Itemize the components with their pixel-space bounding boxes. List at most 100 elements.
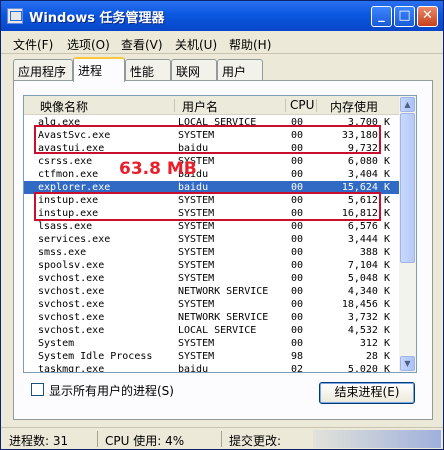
cell-image-name: System xyxy=(38,338,75,349)
process-rows: alg.exe LOCAL SERVICE 00 3,700 K AvastSvc.ex… xyxy=(24,116,400,373)
column-cpu[interactable]: CPU xyxy=(290,98,314,112)
cell-memory: 5,020 K xyxy=(347,364,390,373)
memory-total-annotation: 63.8 MB xyxy=(119,159,197,179)
cell-user-name: baidu xyxy=(178,364,209,373)
cell-user-name: SYSTEM xyxy=(178,221,215,232)
menu-help[interactable]: 帮助(H) xyxy=(229,36,271,53)
cell-image-name: ctfmon.exe xyxy=(38,169,99,180)
column-memory[interactable]: 内存使用 xyxy=(330,98,378,115)
cell-cpu: 98 xyxy=(291,351,304,362)
cell-memory: 3,444 K xyxy=(347,234,390,245)
cell-image-name: svchost.exe xyxy=(38,286,105,297)
tab-applications[interactable]: 应用程序 xyxy=(13,59,73,81)
cell-memory: 3,732 K xyxy=(347,312,390,323)
cell-memory: 6,576 K xyxy=(347,221,390,232)
cell-memory: 5,048 K xyxy=(347,273,390,284)
cell-image-name: svchost.exe xyxy=(38,312,105,323)
cell-cpu: 00 xyxy=(291,273,304,284)
show-all-users-checkbox[interactable] xyxy=(31,383,44,396)
table-row[interactable]: svchost.exe NETWORK SERVICE 00 3,732 K xyxy=(24,311,400,324)
menu-view[interactable]: 查看(V) xyxy=(121,36,163,53)
column-divider[interactable] xyxy=(285,99,286,112)
highlight-box-avast xyxy=(34,125,381,154)
menu-bar: 文件(F) 选项(O) 查看(V) 关机(U) 帮助(H) xyxy=(1,32,443,54)
close-button[interactable]: ✕ xyxy=(417,6,438,27)
table-row[interactable]: System Idle Process SYSTEM 98 28 K xyxy=(24,350,400,363)
table-row[interactable]: svchost.exe SYSTEM 00 18,456 K xyxy=(24,298,400,311)
cell-cpu: 00 xyxy=(291,247,304,258)
cell-memory: 7,104 K xyxy=(347,260,390,271)
window-title: Windows 任务管理器 xyxy=(29,11,165,26)
column-divider[interactable] xyxy=(316,99,317,112)
cell-image-name: svchost.exe xyxy=(38,325,105,336)
menu-shutdown[interactable]: 关机(U) xyxy=(175,36,217,53)
scroll-thumb[interactable] xyxy=(400,113,415,263)
status-divider xyxy=(221,431,222,447)
cell-image-name: smss.exe xyxy=(38,247,87,258)
table-row[interactable]: svchost.exe SYSTEM 00 5,048 K xyxy=(24,272,400,285)
menu-options[interactable]: 选项(O) xyxy=(67,36,110,53)
tab-users[interactable]: 用户 xyxy=(217,59,263,81)
cell-cpu: 02 xyxy=(291,364,304,373)
cell-image-name: svchost.exe xyxy=(38,273,105,284)
menu-file[interactable]: 文件(F) xyxy=(13,36,53,53)
table-row[interactable]: svchost.exe NETWORK SERVICE 00 4,340 K xyxy=(24,285,400,298)
cell-cpu: 00 xyxy=(291,299,304,310)
minimize-button[interactable]: _ xyxy=(371,6,392,27)
table-row[interactable]: spoolsv.exe SYSTEM 00 7,104 K xyxy=(24,259,400,272)
cell-cpu: 00 xyxy=(291,156,304,167)
maximize-button[interactable]: □ xyxy=(394,6,415,27)
status-cpu-usage: CPU 使用: 4% xyxy=(105,434,185,448)
status-commit-charge: 提交更改: xyxy=(229,434,282,448)
table-row[interactable]: lsass.exe SYSTEM 00 6,576 K xyxy=(24,220,400,233)
cell-image-name: csrss.exe xyxy=(38,156,93,167)
cell-memory: 312 K xyxy=(359,338,390,349)
cell-user-name: SYSTEM xyxy=(178,299,215,310)
tab-performance[interactable]: 性能 xyxy=(125,59,171,81)
cell-user-name: SYSTEM xyxy=(178,260,215,271)
cell-image-name: services.exe xyxy=(38,234,111,245)
column-divider[interactable] xyxy=(174,99,175,112)
end-process-button[interactable]: 结束进程(E) xyxy=(319,382,415,404)
status-divider xyxy=(97,431,98,447)
vertical-scrollbar[interactable]: ▲ ▼ xyxy=(399,96,416,372)
cell-cpu: 00 xyxy=(291,169,304,180)
cell-memory: 6,080 K xyxy=(347,156,390,167)
cell-user-name: SYSTEM xyxy=(178,338,215,349)
scroll-up-icon[interactable]: ▲ xyxy=(400,97,415,112)
list-header: 映像名称 用户名 CPU 内存使用 xyxy=(24,96,400,115)
table-row[interactable]: smss.exe SYSTEM 00 388 K xyxy=(24,246,400,259)
cell-cpu: 00 xyxy=(291,325,304,336)
cell-memory: 388 K xyxy=(359,247,390,258)
show-all-users-label: 显示所有用户的进程(S) xyxy=(49,384,174,398)
tab-networking[interactable]: 联网 xyxy=(171,59,217,81)
cell-user-name: SYSTEM xyxy=(178,234,215,245)
task-manager-window: Windows 任务管理器 _ □ ✕ 文件(F) 选项(O) 查看(V) 关机… xyxy=(0,0,444,450)
cell-memory: 4,340 K xyxy=(347,286,390,297)
column-user-name[interactable]: 用户名 xyxy=(182,98,218,115)
cell-memory: 3,404 K xyxy=(347,169,390,180)
table-row[interactable]: services.exe SYSTEM 00 3,444 K xyxy=(24,233,400,246)
cell-cpu: 00 xyxy=(291,260,304,271)
cell-memory: 18,456 K xyxy=(341,299,390,310)
cell-image-name: System Idle Process xyxy=(38,351,153,362)
cell-user-name: NETWORK SERVICE xyxy=(178,286,269,297)
title-bar[interactable]: Windows 任务管理器 _ □ ✕ xyxy=(1,1,443,31)
cell-image-name: spoolsv.exe xyxy=(38,260,105,271)
cell-user-name: SYSTEM xyxy=(178,351,215,362)
tab-processes[interactable]: 进程 xyxy=(73,57,125,82)
column-image-name[interactable]: 映像名称 xyxy=(40,98,88,115)
table-row[interactable]: System SYSTEM 00 312 K xyxy=(24,337,400,350)
scroll-down-icon[interactable]: ▼ xyxy=(400,356,415,371)
table-row[interactable]: ctfmon.exe baidu 00 3,404 K xyxy=(24,168,400,181)
table-row[interactable]: csrss.exe SYSTEM 00 6,080 K xyxy=(24,155,400,168)
table-row[interactable]: taskmgr.exe baidu 02 5,020 K xyxy=(24,363,400,373)
cell-user-name: NETWORK SERVICE xyxy=(178,312,269,323)
cell-user-name: LOCAL SERVICE xyxy=(178,325,257,336)
cell-cpu: 00 xyxy=(291,338,304,349)
cell-cpu: 00 xyxy=(291,312,304,323)
cell-cpu: 00 xyxy=(291,234,304,245)
table-row[interactable]: svchost.exe LOCAL SERVICE 00 4,532 K xyxy=(24,324,400,337)
status-process-count: 进程数: 31 xyxy=(9,434,69,448)
cell-image-name: taskmgr.exe xyxy=(38,364,105,373)
